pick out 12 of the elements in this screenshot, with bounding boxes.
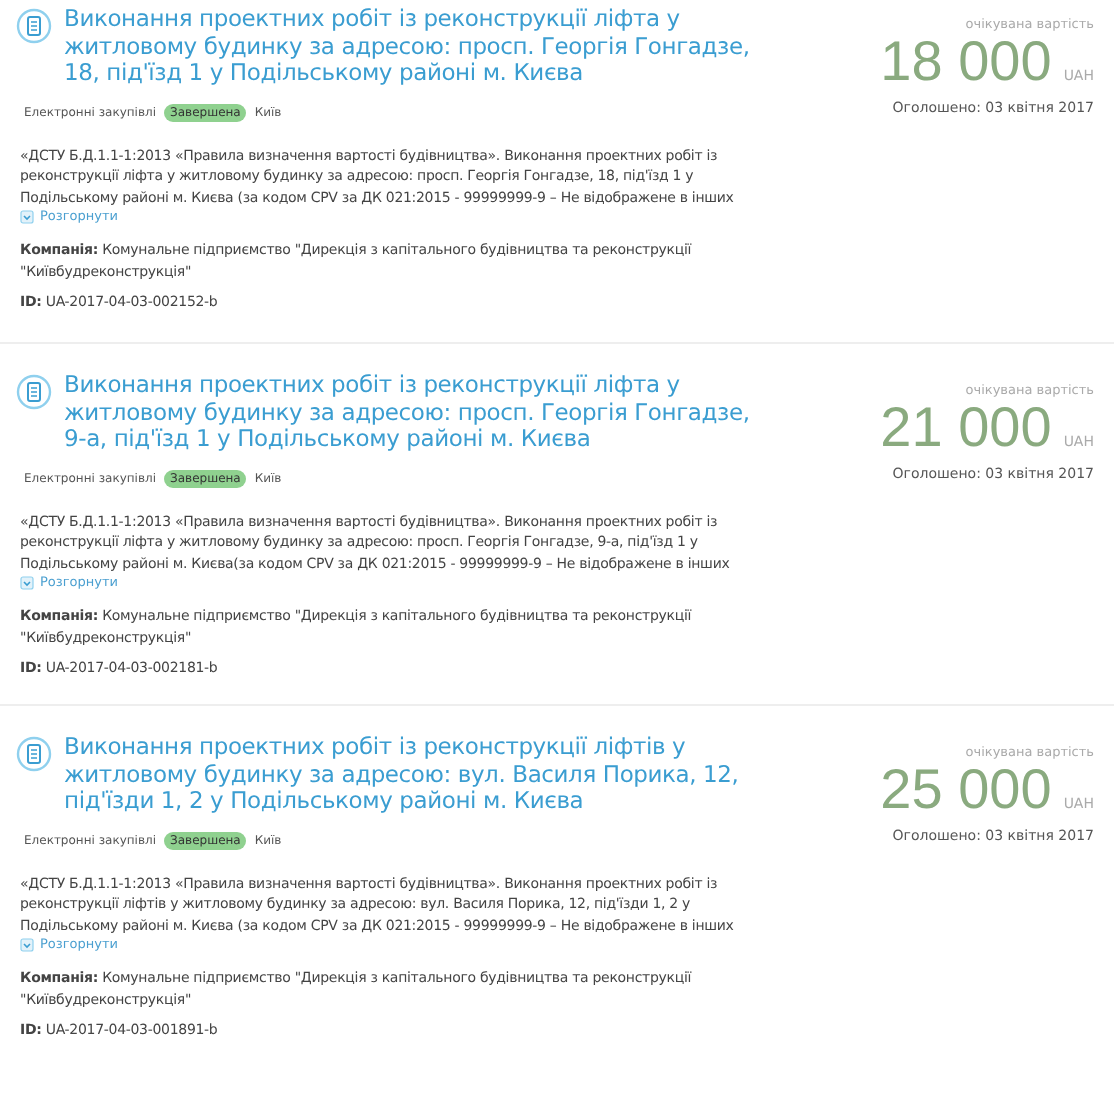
document-icon bbox=[16, 8, 52, 44]
tender-title-link[interactable]: Виконання проектних робіт із реконструкції ліфта у житловому будинку за адресою: просп. Георгія Гонгадзе, 18, під'їзд 1 у Подільському районі м. Києва bbox=[64, 6, 756, 87]
document-icon bbox=[16, 374, 52, 410]
amount-value: 21 000 bbox=[880, 398, 1052, 458]
amount-value: 18 000 bbox=[880, 32, 1052, 92]
tender-title-link[interactable]: Виконання проектних робіт із реконструкції ліфта у житловому будинку за адресою: просп. Георгія Гонгадзе, 9-а, під'їзд 1 у Подільському районі м. Києва bbox=[64, 372, 756, 453]
amount-value: 25 000 bbox=[880, 760, 1052, 820]
tender-title-link[interactable]: Виконання проектних робіт із реконструкції ліфтів у житловому будинку за адресою: вул. Василя Порика, 12, під'їзди 1, 2 у Подільському районі м. Києва bbox=[64, 734, 756, 815]
chevron-down-icon bbox=[20, 937, 34, 951]
chevron-down-icon bbox=[20, 575, 34, 589]
document-icon bbox=[16, 736, 52, 772]
chevron-down-icon bbox=[20, 209, 34, 223]
